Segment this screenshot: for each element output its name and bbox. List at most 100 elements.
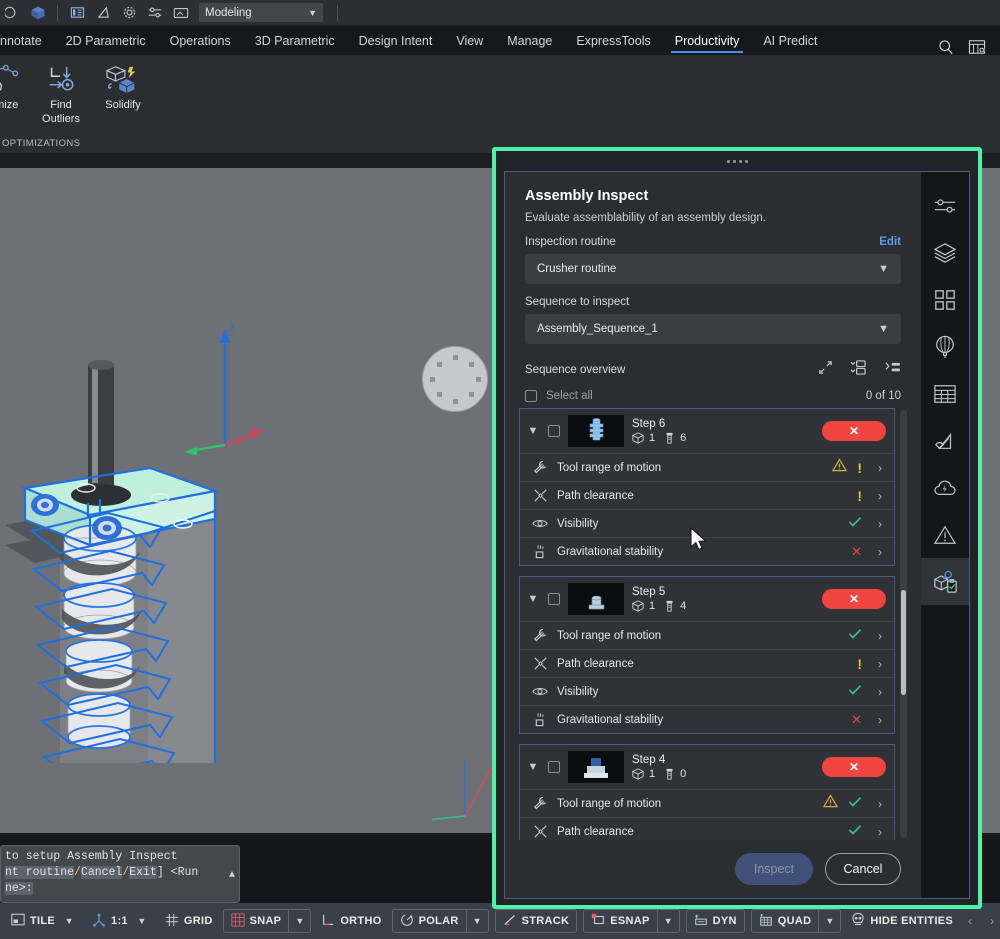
command-option-exit[interactable]: Exit [129,866,157,879]
command-expand-icon[interactable]: ▲ [229,868,235,884]
step-checkbox[interactable] [548,761,560,773]
status-item-scale[interactable]: 1:1 ▼ [85,909,158,933]
balloon-icon[interactable] [921,323,969,370]
select-all-checkbox[interactable] [525,390,537,402]
cloud-render-icon[interactable] [921,464,969,511]
measure-icon[interactable] [921,417,969,464]
tab-expresstools[interactable]: ExpressTools [564,26,662,55]
status-item-polar[interactable]: POLAR [393,909,466,933]
tab-annotate[interactable]: nnotate [0,26,54,55]
check-row[interactable]: Gravitational stability ✕ › [520,705,894,733]
inspection-routine-select[interactable]: Crusher routine ▼ [525,254,901,284]
tab-ai-predict[interactable]: AI Predict [751,26,829,55]
steps-scrollbar-thumb[interactable] [901,590,906,695]
chevron-right-icon[interactable]: › [872,629,882,643]
chevron-down-icon[interactable]: ▼ [526,425,540,437]
ribbon-settings-icon[interactable] [968,39,986,55]
tab-2d-parametric[interactable]: 2D Parametric [54,26,158,55]
table-icon[interactable] [921,370,969,417]
chevron-right-icon[interactable]: › [872,825,882,839]
status-item-dyn[interactable]: DYN [687,909,744,933]
check-row[interactable]: Tool range of motion ! › [520,453,894,481]
status-item-ortho[interactable]: ORTHO [314,909,388,933]
status-item-grid[interactable]: GRID [158,909,220,933]
step-checkbox[interactable] [548,593,560,605]
step-card[interactable]: ▼ Step 6 [519,408,895,566]
gear-icon[interactable] [119,3,139,23]
next-icon[interactable]: › [982,910,1000,932]
list-options-icon[interactable] [884,360,901,380]
chevron-right-icon[interactable]: › [872,685,882,699]
package-icon[interactable] [28,3,48,23]
check-row[interactable]: Tool range of motion › [520,789,894,817]
chevron-right-icon[interactable]: › [872,797,882,811]
tab-operations[interactable]: Operations [158,26,243,55]
status-badge[interactable]: ✕ [822,421,886,441]
chevron-down-icon[interactable]: ▼ [657,910,679,932]
search-icon[interactable] [938,39,954,55]
sliders-icon[interactable] [921,182,969,229]
status-item-esnap[interactable]: ESNAP [584,909,656,933]
warning-icon[interactable] [921,511,969,558]
status-badge[interactable]: ✕ [822,589,886,609]
check-row[interactable]: Visibility › [520,677,894,705]
panel-drag-handle[interactable] [496,151,978,171]
command-option-cancel[interactable]: Cancel [81,866,122,879]
chevron-down-icon[interactable]: ▼ [526,593,540,605]
expand-arrows-icon[interactable] [818,360,833,380]
steps-list[interactable]: ▼ Step 6 [519,408,907,840]
step-header[interactable]: ▼ Step 5 [520,577,894,621]
chevron-right-icon[interactable]: › [872,489,882,503]
collapse-all-icon[interactable] [850,360,867,380]
workspace-selector[interactable]: Modeling ▼ [199,3,323,22]
sliders-icon[interactable] [145,3,165,23]
inspect-button[interactable]: Inspect [735,853,813,885]
chevron-right-icon[interactable]: › [872,517,882,531]
find-outliers-button[interactable]: Find Outliers [32,59,90,125]
layers-icon[interactable] [921,229,969,276]
measure-icon[interactable] [93,3,113,23]
chevron-down-icon[interactable]: ▼ [288,910,310,932]
grid-blocks-icon[interactable] [921,276,969,323]
app-logo-icon[interactable] [2,3,22,23]
check-row[interactable]: Visibility › [520,509,894,537]
status-badge[interactable]: ✕ [822,757,886,777]
check-row[interactable]: Path clearance ! › [520,481,894,509]
step-header[interactable]: ▼ Step 6 [520,409,894,453]
chevron-down-icon[interactable]: ▼ [60,916,78,926]
status-item-snap[interactable]: SNAP [224,909,289,933]
status-item-tile[interactable]: TILE ▼ [4,909,85,933]
tab-manage[interactable]: Manage [495,26,564,55]
step-header[interactable]: ▼ Step 4 [520,745,894,789]
select-all-control[interactable]: Select all [525,390,593,402]
panels-icon[interactable] [67,3,87,23]
tab-design-intent[interactable]: Design Intent [347,26,445,55]
status-item-strack[interactable]: STRACK [496,909,577,933]
cancel-button[interactable]: Cancel [825,853,901,885]
solidify-button[interactable]: Solidify [92,59,154,111]
screen-icon[interactable] [171,3,191,23]
chevron-down-icon[interactable]: ▼ [133,916,151,926]
step-card[interactable]: ▼ Step 5 [519,576,895,734]
status-item-hide-entities[interactable]: HIDE ENTITIES [844,909,960,933]
status-item-quad[interactable]: QUAD [752,909,819,933]
sequence-select[interactable]: Assembly_Sequence_1 ▼ [525,314,901,344]
command-line[interactable]: to setup Assembly Inspect nt routine/Can… [0,845,240,903]
check-row[interactable]: Tool range of motion › [520,621,894,649]
tab-productivity[interactable]: Productivity [663,26,752,55]
check-row[interactable]: Path clearance › [520,817,894,840]
prev-icon[interactable]: ‹ [960,910,980,932]
tab-view[interactable]: View [444,26,495,55]
step-checkbox[interactable] [548,425,560,437]
chevron-right-icon[interactable]: › [872,545,882,559]
chevron-right-icon[interactable]: › [872,713,882,727]
chevron-down-icon[interactable]: ▼ [818,910,840,932]
assembly-inspect-icon[interactable] [921,558,969,605]
check-row[interactable]: Gravitational stability ✕ › [520,537,894,565]
chevron-down-icon[interactable]: ▼ [526,761,540,773]
check-row[interactable]: Path clearance ! › [520,649,894,677]
tab-3d-parametric[interactable]: 3D Parametric [243,26,347,55]
optimize-button[interactable]: timize [0,59,30,111]
step-card[interactable]: ▼ Step 4 [519,744,895,840]
chevron-right-icon[interactable]: › [872,461,882,475]
